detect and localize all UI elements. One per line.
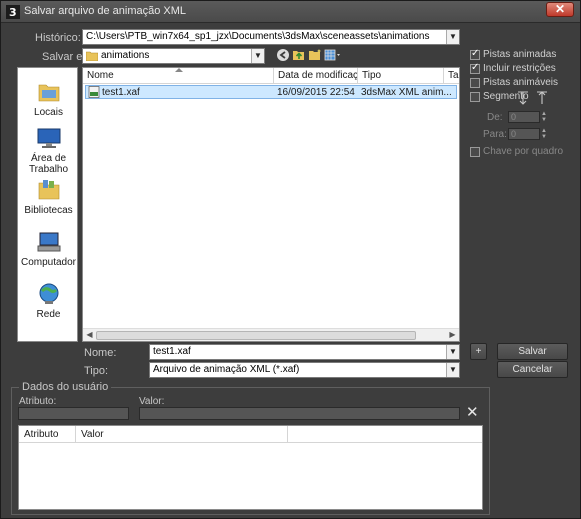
place-label: Rede bbox=[36, 309, 61, 320]
table-header-value[interactable]: Valor bbox=[76, 426, 288, 443]
place-libraries[interactable]: Bibliotecas bbox=[18, 178, 79, 216]
time-range-start-icon[interactable] bbox=[517, 91, 529, 105]
horizontal-scrollbar[interactable]: ◀ ▶ bbox=[83, 328, 459, 341]
place-label: Locais bbox=[34, 107, 63, 118]
file-list[interactable]: Nome Data de modificaç... Tipo Tam test1… bbox=[82, 67, 460, 342]
place-network[interactable]: Rede bbox=[18, 282, 79, 320]
to-spinner[interactable]: 0 bbox=[508, 128, 540, 140]
title-bar: 3 Salvar arquivo de animação XML ✕ bbox=[1, 1, 580, 23]
place-desktop[interactable]: Área de Trabalho bbox=[18, 126, 79, 175]
place-label: Área de bbox=[30, 153, 67, 164]
place-label: Computador bbox=[20, 257, 77, 268]
places-bar: Locais Área de Trabalho Bibliotecas Comp… bbox=[17, 67, 78, 342]
animatable-tracks-label: Pistas animáveis bbox=[483, 77, 559, 88]
history-value: C:\Users\PTB_win7x64_sp1_jzx\Documents\3… bbox=[86, 31, 430, 42]
close-button[interactable]: ✕ bbox=[546, 2, 574, 17]
place-recent[interactable]: Locais bbox=[18, 80, 79, 118]
svg-text:3: 3 bbox=[9, 6, 17, 19]
animated-tracks-label: Pistas animadas bbox=[483, 49, 557, 60]
history-dropdown[interactable]: C:\Users\PTB_win7x64_sp1_jzx\Documents\3… bbox=[82, 29, 460, 45]
value-label: Valor: bbox=[139, 396, 165, 407]
place-label: Bibliotecas bbox=[24, 205, 73, 216]
folder-icon bbox=[86, 51, 98, 61]
file-type-dropdown[interactable]: Arquivo de animação XML (*.xaf) ▼ bbox=[149, 362, 460, 378]
place-computer[interactable]: Computador bbox=[18, 230, 79, 268]
cancel-button[interactable]: Cancelar bbox=[497, 361, 568, 378]
chevron-down-icon[interactable]: ▼ bbox=[446, 363, 459, 377]
user-data-table[interactable]: Atributo Valor bbox=[18, 425, 483, 510]
type-label: Tipo: bbox=[84, 365, 109, 377]
file-name-value: test1.xaf bbox=[153, 346, 191, 357]
from-spinner[interactable]: 0 bbox=[508, 111, 540, 123]
include-constraints-label: Incluir restrições bbox=[483, 63, 556, 74]
chevron-down-icon[interactable]: ▼ bbox=[251, 49, 264, 63]
sort-ascending-icon bbox=[175, 68, 183, 72]
desktop-icon bbox=[37, 128, 60, 148]
save-animation-dialog: 3 Salvar arquivo de animação XML ✕ Histó… bbox=[0, 0, 581, 519]
animated-tracks-checkbox[interactable] bbox=[470, 48, 480, 60]
scroll-right-icon[interactable]: ▶ bbox=[446, 329, 459, 341]
network-icon bbox=[39, 283, 58, 304]
chevron-down-icon[interactable]: ▼ bbox=[446, 30, 459, 44]
scroll-left-icon[interactable]: ◀ bbox=[83, 329, 96, 341]
save-in-dropdown[interactable]: animations ▼ bbox=[82, 48, 265, 64]
time-range-end-icon[interactable] bbox=[536, 91, 548, 105]
column-header-type[interactable]: Tipo bbox=[358, 68, 444, 84]
save-motion-button[interactable]: Salvar movimento bbox=[497, 343, 568, 372]
column-header-date[interactable]: Data de modificaç... bbox=[274, 68, 358, 84]
file-date: 16/09/2015 22:54 bbox=[277, 87, 355, 98]
column-header-size[interactable]: Tam bbox=[444, 68, 459, 84]
delete-attribute-icon[interactable]: ✕ bbox=[466, 403, 479, 421]
new-folder-icon[interactable] bbox=[308, 48, 322, 62]
file-name: test1.xaf bbox=[102, 87, 140, 98]
add-button[interactable]: + bbox=[470, 343, 487, 360]
spinner-arrows-icon[interactable]: ▲ ▼ bbox=[540, 111, 548, 123]
xaf-file-icon bbox=[88, 86, 100, 98]
from-label: De: bbox=[487, 112, 503, 123]
file-name-input[interactable]: test1.xaf ▼ bbox=[149, 344, 460, 360]
save-in-value: animations bbox=[101, 50, 150, 61]
value-input[interactable] bbox=[139, 407, 460, 420]
chevron-down-icon[interactable]: ▼ bbox=[446, 345, 459, 359]
view-menu-icon[interactable] bbox=[324, 48, 342, 62]
attribute-label: Atributo: bbox=[19, 396, 57, 407]
up-folder-icon[interactable] bbox=[292, 48, 306, 62]
attribute-input[interactable] bbox=[18, 407, 129, 420]
file-type-value: Arquivo de animação XML (*.xaf) bbox=[153, 364, 300, 375]
name-label: Nome: bbox=[84, 347, 117, 359]
history-label: Histórico: bbox=[35, 32, 81, 44]
spinner-arrows-icon[interactable]: ▲ ▼ bbox=[540, 128, 548, 140]
table-header-filler bbox=[288, 426, 482, 443]
to-label: Para: bbox=[483, 129, 507, 140]
recent-places-icon bbox=[38, 84, 59, 102]
animatable-tracks-checkbox[interactable] bbox=[470, 78, 480, 88]
window-title: Salvar arquivo de animação XML bbox=[24, 5, 187, 17]
3dsmax-app-icon: 3 bbox=[6, 5, 20, 19]
computer-icon bbox=[37, 232, 60, 252]
segment-checkbox[interactable] bbox=[470, 92, 480, 102]
table-header-attribute[interactable]: Atributo bbox=[19, 426, 76, 443]
include-constraints-checkbox[interactable] bbox=[470, 62, 480, 74]
back-icon[interactable] bbox=[276, 48, 290, 62]
key-per-frame-checkbox[interactable] bbox=[470, 147, 480, 157]
file-type: 3dsMax XML anim... bbox=[361, 87, 452, 98]
libraries-icon bbox=[38, 180, 59, 200]
scrollbar-thumb[interactable] bbox=[96, 331, 416, 340]
user-data-title: Dados do usuário bbox=[19, 381, 112, 393]
place-label-line2: Trabalho bbox=[28, 164, 69, 175]
key-per-frame-label: Chave por quadro bbox=[483, 146, 564, 157]
